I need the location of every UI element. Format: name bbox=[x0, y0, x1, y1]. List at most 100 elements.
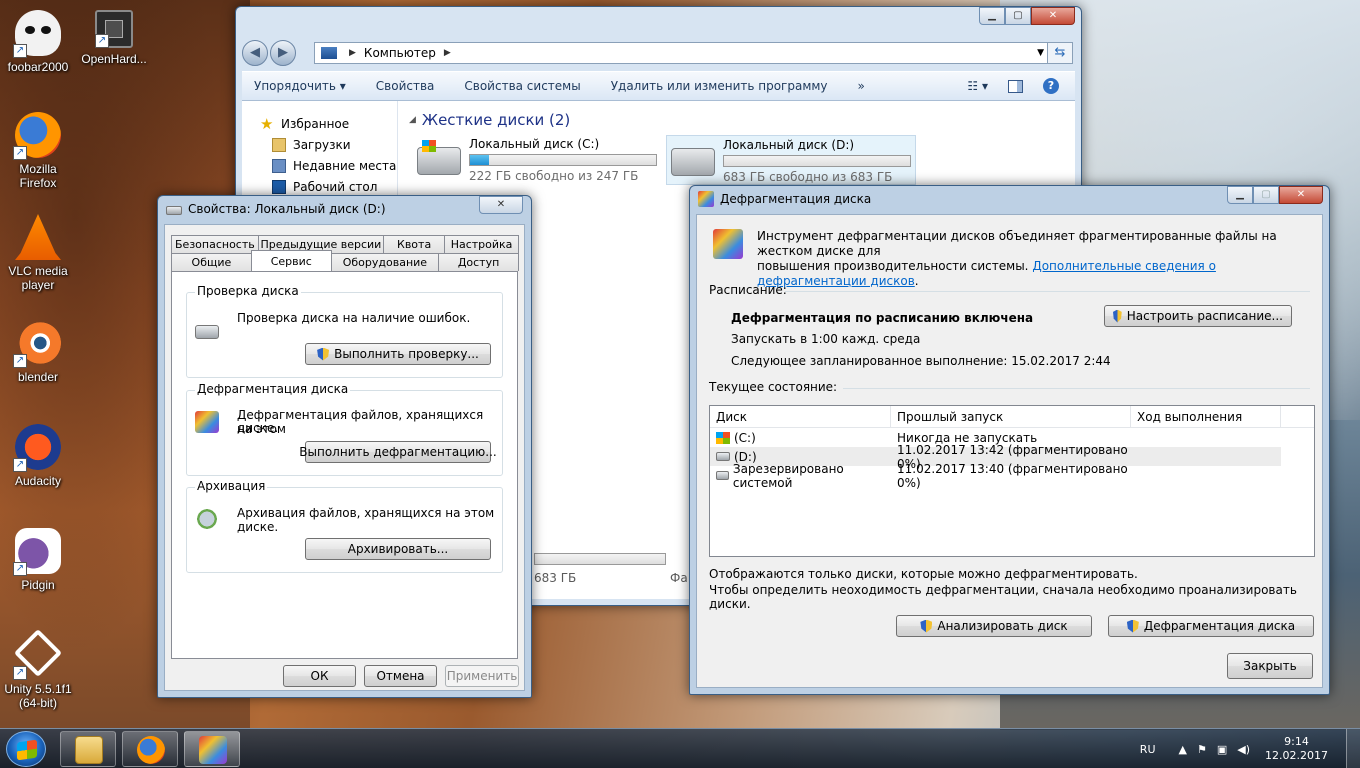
desktop-icon-openhardware[interactable]: ↗ OpenHard... bbox=[76, 10, 152, 66]
chevron-right-icon: ▶ bbox=[349, 48, 356, 58]
drive-c[interactable]: Локальный диск (C:) 222 ГБ свободно из 2… bbox=[413, 135, 663, 185]
downloads-folder-icon bbox=[272, 137, 286, 152]
windows-logo-icon bbox=[17, 739, 37, 761]
nav-desktop[interactable]: Рабочий стол bbox=[242, 176, 397, 197]
foobar-cat-icon: ↗ bbox=[13, 10, 61, 58]
defrag-caption-buttons: ▁ ▢ ✕ bbox=[1227, 186, 1323, 204]
desktop-icon-audacity[interactable]: ↗ Audacity bbox=[0, 424, 76, 488]
tab-security[interactable]: Безопасность bbox=[171, 235, 259, 253]
note-analyze-first: Чтобы определить неоходимость дефрагмент… bbox=[709, 583, 1297, 611]
language-indicator[interactable]: RU bbox=[1140, 743, 1156, 756]
close-button[interactable]: ✕ bbox=[479, 196, 523, 214]
more-commands-button[interactable]: » bbox=[858, 79, 865, 93]
firefox-icon bbox=[137, 736, 165, 764]
analyze-disk-button[interactable]: Анализировать диск bbox=[896, 615, 1092, 637]
chevron-down-icon[interactable]: ▼ bbox=[1037, 48, 1044, 58]
properties-button[interactable]: Свойства bbox=[376, 79, 435, 93]
refresh-button[interactable]: ⇆ bbox=[1047, 42, 1073, 64]
desktop-icon-pidgin[interactable]: ↗ Pidgin bbox=[0, 528, 76, 592]
tab-hardware[interactable]: Оборудование bbox=[330, 253, 440, 271]
close-dialog-button[interactable]: Закрыть bbox=[1227, 653, 1313, 679]
show-desktop-button[interactable] bbox=[1346, 729, 1360, 768]
props-titlebar: Свойства: Локальный диск (D:) bbox=[158, 196, 531, 222]
defrag-icon bbox=[199, 736, 227, 764]
forward-button[interactable]: ▶ bbox=[270, 40, 296, 66]
taskbar: RU ▲ ⚑ ▣ ◀) 9:14 12.02.2017 bbox=[0, 728, 1360, 768]
taskbar-firefox-button[interactable] bbox=[122, 731, 178, 767]
volume-icon[interactable]: ◀) bbox=[1237, 743, 1250, 756]
clock[interactable]: 9:14 12.02.2017 bbox=[1265, 735, 1328, 763]
recent-places-icon bbox=[272, 158, 286, 173]
column-disk[interactable]: Диск bbox=[710, 406, 891, 427]
column-progress[interactable]: Ход выполнения bbox=[1131, 406, 1281, 427]
desktop-icon-unity[interactable]: ↗ Unity 5.5.1f1 (64-bit) bbox=[0, 628, 76, 710]
maximize-button[interactable]: ▢ bbox=[1253, 186, 1279, 204]
check-now-button[interactable]: Выполнить проверку... bbox=[305, 343, 491, 365]
help-icon[interactable]: ? bbox=[1043, 78, 1059, 94]
address-bar[interactable]: ▶ Компьютер ▶ ▼ bbox=[314, 42, 1049, 64]
minimize-button[interactable]: ▁ bbox=[1227, 186, 1253, 204]
system-tray: RU ▲ ⚑ ▣ ◀) 9:14 12.02.2017 bbox=[1135, 729, 1360, 768]
cancel-button[interactable]: Отмена bbox=[364, 665, 437, 687]
nav-downloads[interactable]: Загрузки bbox=[242, 134, 397, 155]
apply-button[interactable]: Применить bbox=[445, 665, 519, 687]
back-button[interactable]: ◀ bbox=[242, 40, 268, 66]
hard-drive-icon bbox=[166, 205, 182, 215]
ok-button[interactable]: ОК bbox=[283, 665, 356, 687]
disk-list[interactable]: Диск Прошлый запуск Ход выполнения (C:) … bbox=[709, 405, 1315, 557]
maximize-button[interactable]: ▢ bbox=[1005, 7, 1031, 25]
desktop-icon-vlc[interactable]: VLC media player bbox=[0, 214, 76, 292]
tab-general[interactable]: Общие bbox=[171, 253, 252, 271]
desktop-icon bbox=[272, 179, 286, 194]
tab-quota[interactable]: Квота bbox=[383, 235, 446, 253]
nav-recent[interactable]: Недавние места bbox=[242, 155, 397, 176]
show-hidden-icons-icon[interactable]: ▲ bbox=[1179, 743, 1187, 756]
hard-drive-icon bbox=[195, 325, 219, 339]
network-icon[interactable]: ▣ bbox=[1217, 743, 1227, 756]
close-button[interactable]: ✕ bbox=[1279, 186, 1323, 204]
drive-d-usage-bar bbox=[723, 155, 911, 167]
tab-customize[interactable]: Настройка bbox=[444, 235, 520, 253]
group-defragment: Дефрагментация диска Дефрагментация файл… bbox=[186, 382, 503, 476]
star-icon: ★ bbox=[260, 114, 274, 133]
tab-sharing[interactable]: Доступ bbox=[438, 253, 519, 271]
hard-drive-icon bbox=[716, 452, 730, 461]
uninstall-program-button[interactable]: Удалить или изменить программу bbox=[611, 79, 828, 93]
defragment-disk-button[interactable]: Дефрагментация диска bbox=[1108, 615, 1314, 637]
defrag-large-icon bbox=[713, 229, 743, 259]
chevron-right-icon: ▶ bbox=[443, 48, 451, 58]
details-usage-bar bbox=[534, 553, 666, 565]
status-divider bbox=[843, 388, 1310, 389]
column-last-run[interactable]: Прошлый запуск bbox=[891, 406, 1131, 427]
close-button[interactable]: ✕ bbox=[1031, 7, 1075, 25]
desktop-icon-foobar2000[interactable]: ↗ foobar2000 bbox=[0, 10, 76, 74]
uac-shield-icon bbox=[1113, 309, 1122, 323]
taskbar-defrag-button[interactable] bbox=[184, 731, 240, 767]
desktop-icon-firefox[interactable]: ↗ Mozilla Firefox bbox=[0, 112, 76, 190]
drive-d[interactable]: Локальный диск (D:) 683 ГБ свободно из 6… bbox=[666, 135, 916, 185]
organize-button[interactable]: Упорядочить ▾ bbox=[254, 79, 346, 93]
preview-pane-icon[interactable] bbox=[1008, 79, 1023, 93]
system-properties-button[interactable]: Свойства системы bbox=[464, 79, 580, 93]
firefox-icon: ↗ bbox=[13, 112, 61, 160]
disk-defragmenter-window[interactable]: Дефрагментация диска ▁ ▢ ✕ Инструмент де… bbox=[689, 185, 1330, 695]
group-header-hard-disks[interactable]: ◢ Жесткие диски (2) bbox=[409, 111, 570, 129]
schedule-status: Дефрагментация по расписанию включена bbox=[731, 311, 1034, 325]
disk-row-reserved[interactable]: Зарезервировано системой 11.02.2017 13:4… bbox=[710, 462, 1314, 490]
start-button[interactable] bbox=[6, 731, 46, 767]
view-options-icon[interactable]: ☷ ▾ bbox=[967, 79, 988, 93]
taskbar-explorer-button[interactable] bbox=[60, 731, 116, 767]
minimize-button[interactable]: ▁ bbox=[979, 7, 1005, 25]
nav-favorites[interactable]: ★ Избранное bbox=[242, 113, 397, 134]
backup-now-button[interactable]: Архивировать... bbox=[305, 538, 491, 560]
disk-list-header: Диск Прошлый запуск Ход выполнения bbox=[710, 406, 1314, 428]
desktop-icon-blender[interactable]: ↗ blender bbox=[0, 320, 76, 384]
disk-properties-dialog[interactable]: Свойства: Локальный диск (D:) ✕ Безопасн… bbox=[157, 195, 532, 698]
windows-drive-icon bbox=[716, 431, 730, 444]
action-center-flag-icon[interactable]: ⚑ bbox=[1197, 743, 1207, 756]
configure-schedule-button[interactable]: Настроить расписание... bbox=[1104, 305, 1292, 327]
address-text: Компьютер bbox=[363, 46, 436, 60]
details-size: 683 ГБ bbox=[534, 571, 577, 585]
defragment-now-button[interactable]: Выполнить дефрагментацию... bbox=[299, 441, 497, 463]
tab-tools[interactable]: Сервис bbox=[250, 250, 332, 272]
